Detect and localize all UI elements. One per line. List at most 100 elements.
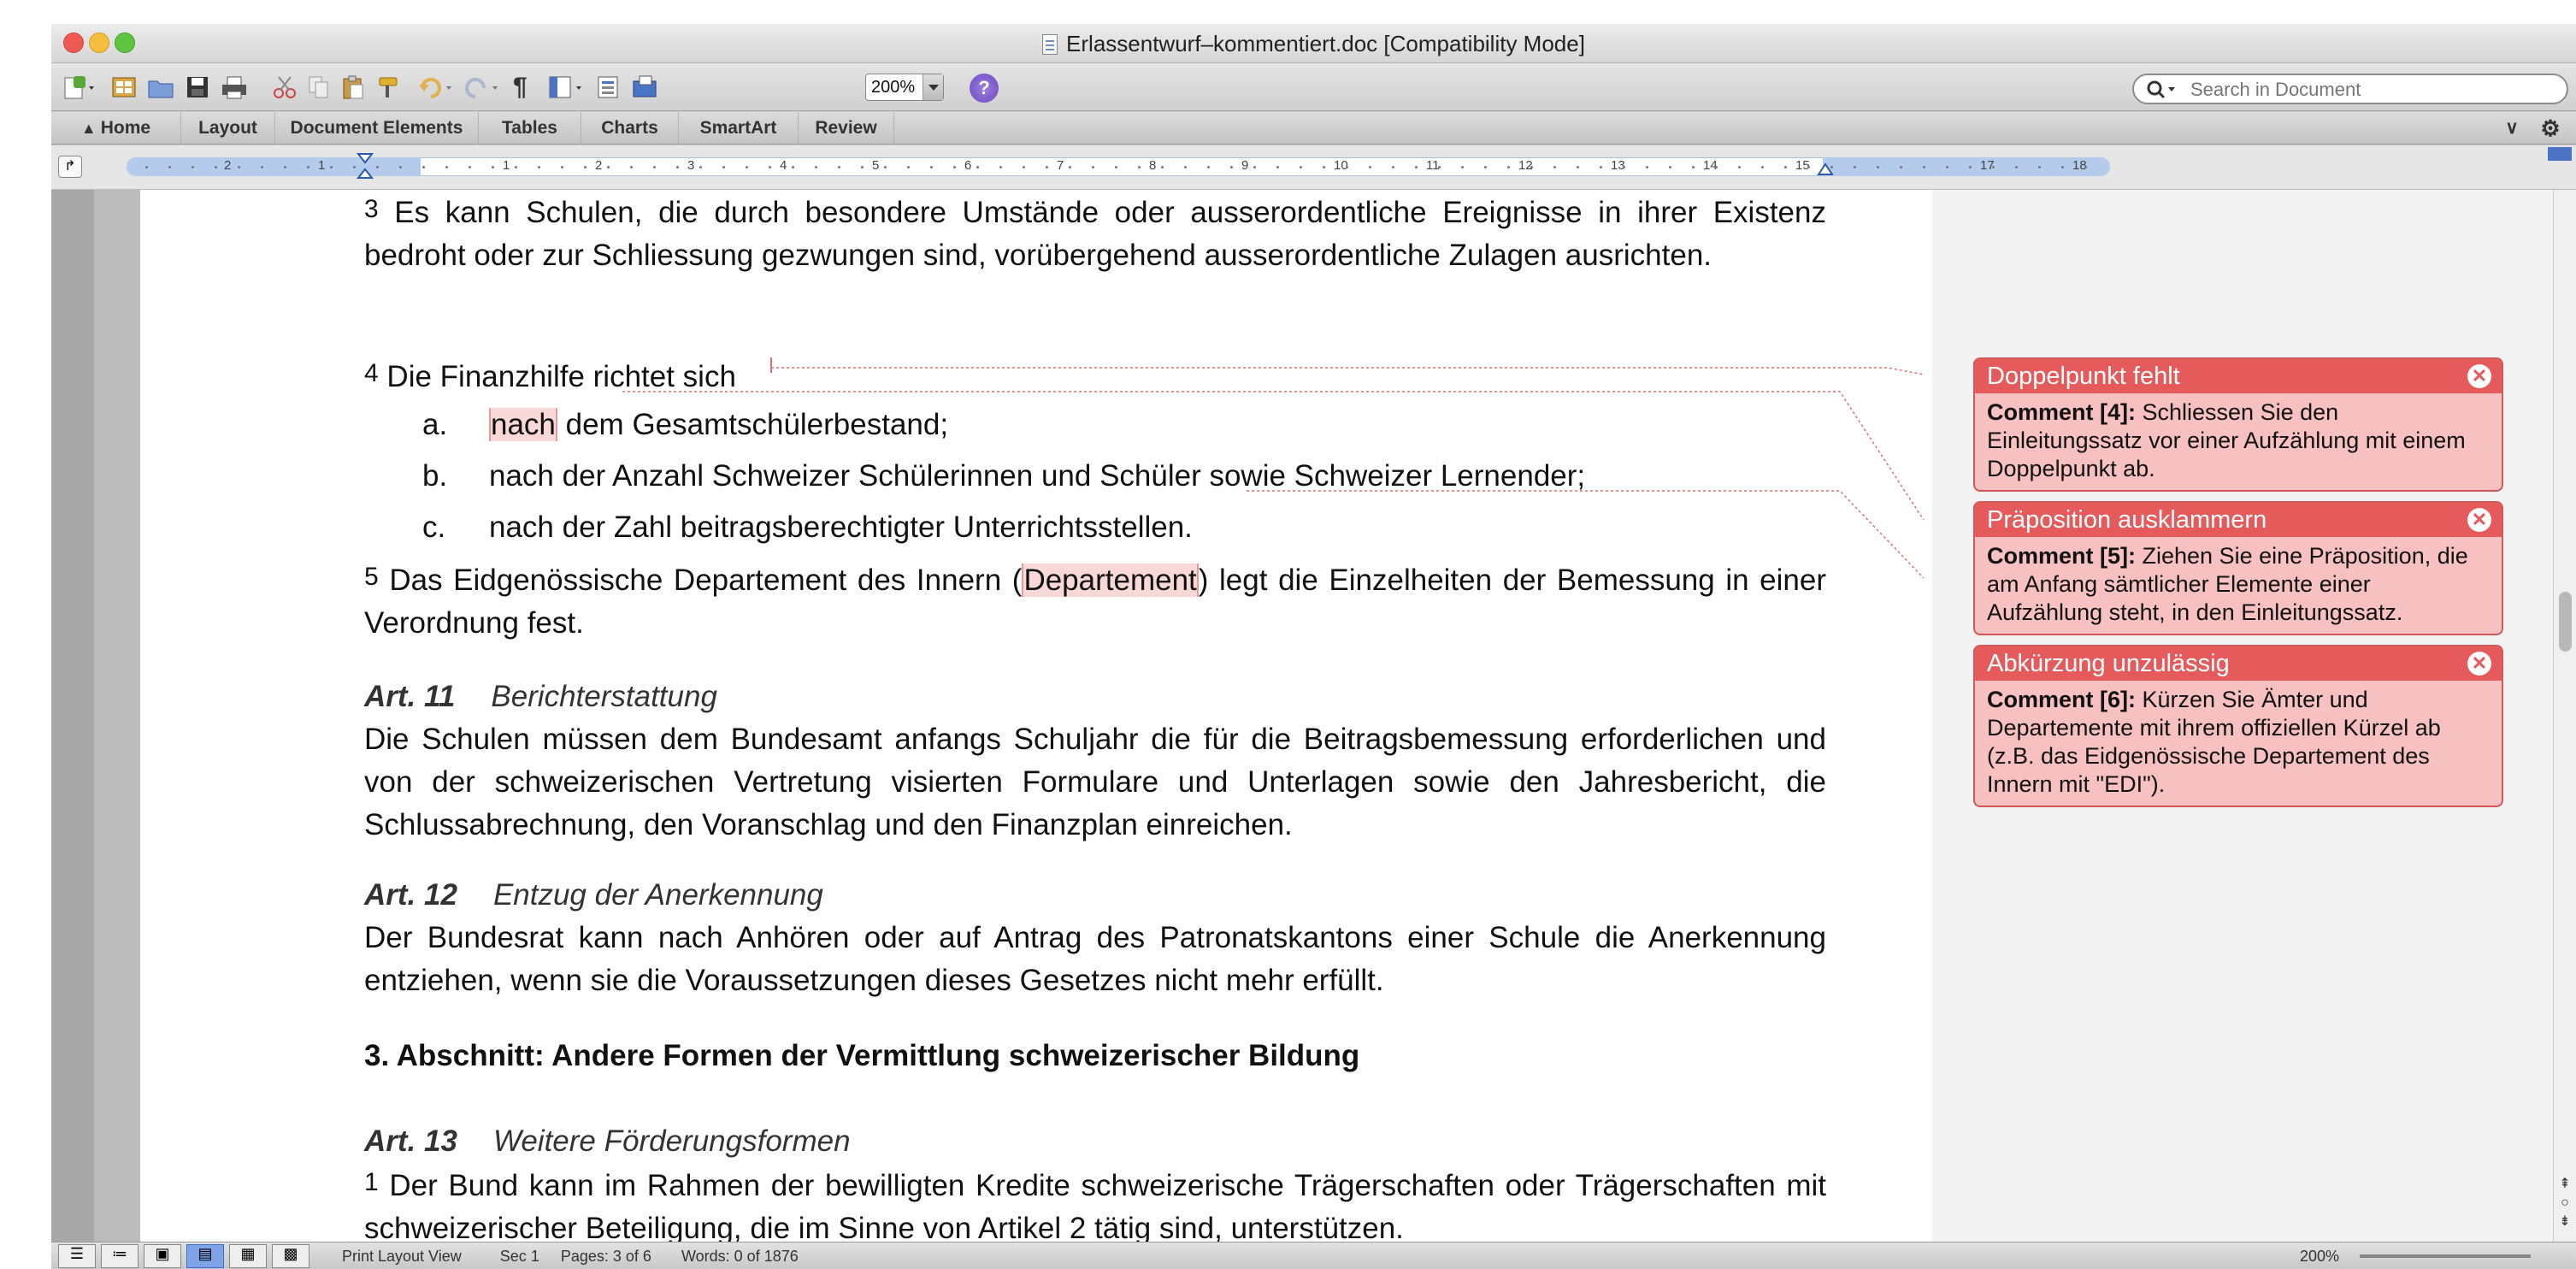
new-document-icon[interactable]	[63, 72, 97, 103]
words-value: 0 of 1876	[734, 1248, 799, 1265]
redo-icon[interactable]	[463, 72, 503, 103]
article-13-paragraph-1[interactable]: 1 Der Bund kann im Rahmen der bewilligte…	[364, 1161, 1826, 1250]
tab-charts[interactable]: Charts	[581, 112, 679, 145]
tab-label: Home	[100, 118, 151, 138]
search-box[interactable]	[2132, 74, 2568, 104]
zoom-select[interactable]: 200%	[865, 74, 944, 101]
comment-balloon-4[interactable]: Doppelpunkt fehlt ✕ Comment [4]: Schliess…	[1973, 357, 2503, 492]
tab-home[interactable]: ▲ Home	[51, 112, 181, 145]
sidebar-toggle-icon[interactable]	[547, 72, 587, 103]
paste-icon[interactable]	[340, 72, 366, 103]
paragraph-5[interactable]: 5 Das Eidgenössische Departement des Inn…	[364, 556, 1826, 645]
previous-page-icon[interactable]: ⇞	[2557, 1175, 2573, 1194]
full-screen-view-icon[interactable]: ▩	[272, 1244, 309, 1268]
status-bar: ☰ ≔ ▣ ▤ ▦ ▩ Print Layout View Sec 1 Page…	[51, 1242, 2576, 1269]
ruler-tick	[2084, 166, 2087, 168]
next-page-icon[interactable]: ⇟	[2557, 1213, 2573, 1231]
list-marker-c: c.	[422, 511, 446, 544]
copy-icon[interactable]	[306, 72, 332, 103]
ruler-tick	[1692, 166, 1695, 168]
ruler-tick	[2061, 166, 2064, 168]
highlighted-word[interactable]: Departement	[1022, 564, 1199, 597]
comment-balloon-6[interactable]: Abkürzung unzulässig ✕ Comment [6]: Kürze…	[1973, 645, 2503, 807]
section-3-heading: 3. Abschnitt: Andere Formen der Vermittl…	[364, 1039, 1360, 1072]
ruler-tick	[1300, 166, 1302, 168]
zoom-slider[interactable]	[2360, 1254, 2531, 1258]
delete-comment-icon[interactable]: ✕	[2467, 364, 2491, 388]
undo-icon[interactable]	[417, 72, 457, 103]
ruler-tick	[1369, 166, 1371, 168]
media-browser-icon[interactable]	[631, 72, 662, 103]
ruler-tick	[1461, 166, 1464, 168]
ruler-tick	[307, 166, 309, 168]
tab-tables[interactable]: Tables	[479, 112, 581, 145]
notebook-view-icon[interactable]: ▦	[229, 1244, 267, 1268]
tab-layout[interactable]: Layout	[181, 112, 275, 145]
collapse-ribbon-icon[interactable]: ∨	[2495, 112, 2529, 145]
list-item-a[interactable]: nach dem Gesamtschülerbestand;	[489, 404, 1823, 446]
publishing-view-icon[interactable]: ▣	[144, 1244, 181, 1268]
ruler-tick	[376, 166, 379, 168]
paragraph-3[interactable]: 3 Es kann Schulen, die durch besondere U…	[364, 188, 1826, 277]
open-icon[interactable]	[147, 72, 176, 103]
toolbox-icon[interactable]	[595, 72, 621, 103]
indent-marker-icon[interactable]	[356, 152, 374, 186]
highlighted-word[interactable]: nach	[489, 408, 557, 441]
search-icon[interactable]	[2146, 80, 2180, 105]
article-12-text[interactable]: Der Bundesrat kann nach Anhören oder auf…	[364, 917, 1826, 1002]
list-marker-b: b.	[422, 459, 448, 493]
help-icon[interactable]: ?	[970, 74, 999, 103]
delete-comment-icon[interactable]: ✕	[2467, 652, 2491, 676]
cut-icon[interactable]	[272, 72, 298, 103]
ruler-tick	[884, 166, 887, 168]
paragraph-text: Die Finanzhilfe richtet sich	[386, 360, 736, 393]
tab-smartart[interactable]: SmartArt	[679, 112, 799, 145]
title-bar: Erlassentwurf–kommentiert.doc [Compatibi…	[51, 24, 2576, 63]
ruler-tick	[1092, 166, 1094, 168]
format-painter-icon[interactable]	[374, 72, 400, 103]
list-item-c[interactable]: nach der Zahl beitragsberechtigter Unter…	[489, 506, 1823, 549]
comment-balloon-5[interactable]: Präposition ausklammern ✕ Comment [5]: Zi…	[1973, 501, 2503, 635]
ruler-tick	[1346, 166, 1348, 168]
right-indent-marker-icon[interactable]	[1816, 161, 1835, 180]
save-icon[interactable]	[185, 72, 210, 103]
search-input[interactable]	[2190, 79, 2549, 101]
draft-view-icon[interactable]: ☰	[58, 1244, 96, 1268]
browse-object-icon[interactable]: ○	[2557, 1194, 2573, 1213]
ruler-tick	[1392, 166, 1394, 168]
tab-document-elements[interactable]: Document Elements	[275, 112, 479, 145]
pages-label: Pages:	[560, 1248, 609, 1265]
tab-review[interactable]: Review	[799, 112, 894, 145]
scroll-thumb[interactable]	[2559, 592, 2572, 652]
show-formatting-icon[interactable]: ¶	[513, 72, 528, 103]
ruler-tick	[145, 166, 148, 168]
ruler-tick	[722, 166, 725, 168]
print-icon[interactable]	[221, 72, 248, 103]
ruler-tick	[1715, 166, 1718, 168]
article-12-heading: Art. 12 Entzug der Anerkennung	[364, 874, 1826, 917]
ruler-tick	[168, 166, 171, 168]
ruler-tick	[607, 166, 610, 168]
ruler-tick	[676, 166, 679, 168]
template-gallery-icon[interactable]	[111, 72, 137, 103]
ruler-tick	[907, 166, 910, 168]
outline-view-icon[interactable]: ≔	[101, 1244, 139, 1268]
split-view-icon[interactable]	[2548, 147, 2572, 161]
page-left-gutter	[94, 190, 140, 1250]
chevron-down-icon[interactable]	[923, 74, 943, 100]
ruler-tick	[1484, 166, 1487, 168]
tab-stop-selector-icon[interactable]: ↱	[58, 156, 82, 178]
article-11-text[interactable]: Die Schulen müssen dem Bundesamt anfangs…	[364, 718, 1826, 847]
vertical-scrollbar[interactable]: ⇞ ○ ⇟	[2553, 190, 2576, 1250]
gear-icon[interactable]: ⚙	[2529, 112, 2572, 145]
print-layout-view-icon[interactable]: ▤	[186, 1244, 224, 1268]
ruler-tick	[1900, 166, 1902, 168]
paragraph-4[interactable]: 4 Die Finanzhilfe richtet sich	[364, 352, 1826, 398]
delete-comment-icon[interactable]: ✕	[2467, 508, 2491, 532]
page-navigation[interactable]: ⇞ ○ ⇟	[2557, 1175, 2573, 1231]
list-item-b[interactable]: nach der Anzahl Schweizer Schülerinnen u…	[489, 455, 1823, 498]
window-title: Erlassentwurf–kommentiert.doc [Compatibi…	[51, 31, 2576, 57]
window-title-text: Erlassentwurf–kommentiert.doc [Compatibi…	[1066, 31, 1585, 56]
ruler-tick	[1669, 166, 1671, 168]
ruler-tick	[1253, 166, 1256, 168]
